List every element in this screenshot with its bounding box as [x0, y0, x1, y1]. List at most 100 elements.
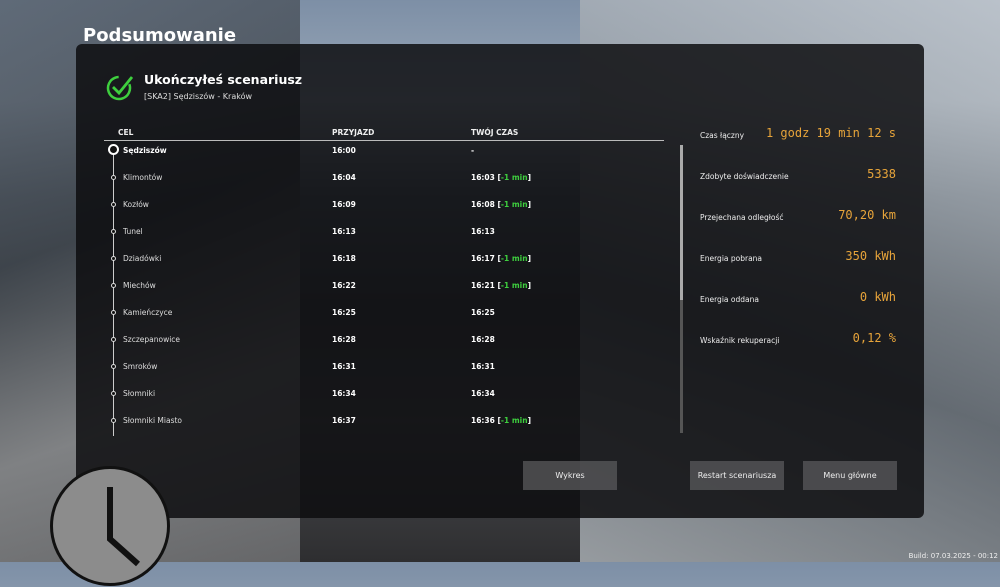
- your-time: -: [471, 146, 475, 155]
- build-info: Build: 07.03.2025 - 00:12: [908, 552, 998, 560]
- stat-label: Energia oddana: [700, 295, 759, 304]
- page-title: Podsumowanie: [83, 25, 237, 46]
- table-row: Klimontów 16:04 16:03 [-1 min]: [0, 171, 680, 185]
- stop-marker-icon: [111, 256, 116, 261]
- stat-item: Przejechana odległość 70,20 km: [700, 208, 896, 228]
- station-name: Słomniki Miasto: [123, 416, 183, 425]
- arrival-time: 16:18: [332, 254, 356, 263]
- table-row: Sędziszów 16:00 -: [0, 144, 680, 158]
- check-icon: [106, 75, 134, 101]
- stat-item: Wskaźnik rekuperacji 0,12 %: [700, 331, 896, 351]
- arrival-time: 16:37: [332, 416, 356, 425]
- stop-marker-icon: [111, 337, 116, 342]
- your-time-cell: 16:03 [-1 min]: [471, 173, 532, 182]
- main-menu-button[interactable]: Menu główne: [803, 461, 897, 490]
- stop-marker-icon: [111, 175, 116, 180]
- station-name: Klimontów: [123, 173, 163, 182]
- stat-item: Zdobyte doświadczenie 5338: [700, 167, 896, 187]
- result-heading: Ukończyłeś scenariusz: [144, 72, 303, 87]
- stat-item: Energia pobrana 350 kWh: [700, 249, 896, 269]
- arrival-time: 16:13: [332, 227, 356, 236]
- stat-label: Przejechana odległość: [700, 213, 784, 222]
- table-row: Dziadówki 16:18 16:17 [-1 min]: [0, 252, 680, 266]
- station-name: Kamieńczyce: [123, 308, 173, 317]
- your-time-cell: 16:13: [471, 227, 495, 236]
- your-time: 16:17: [471, 254, 495, 263]
- time-diff: -1 min: [500, 416, 528, 425]
- header-divider: [104, 140, 664, 141]
- stat-label: Zdobyte doświadczenie: [700, 172, 789, 181]
- restart-scenario-button[interactable]: Restart scenariusza: [690, 461, 784, 490]
- your-time: 16:13: [471, 227, 495, 236]
- scrollbar-thumb[interactable]: [680, 145, 683, 300]
- stat-item: Energia oddana 0 kWh: [700, 290, 896, 310]
- stat-value: 0 kWh: [859, 290, 896, 304]
- table-row: Smroków 16:31 16:31: [0, 360, 680, 374]
- your-time: 16:34: [471, 389, 495, 398]
- table-row: Słomniki Miasto 16:37 16:36 [-1 min]: [0, 414, 680, 428]
- arrival-time: 16:28: [332, 335, 356, 344]
- stat-value: 70,20 km: [838, 208, 896, 222]
- column-header-arrival: PRZYJAZD: [332, 128, 375, 137]
- your-time: 16:28: [471, 335, 495, 344]
- station-name: Tunel: [123, 227, 143, 236]
- scrollbar[interactable]: [680, 145, 683, 433]
- arrival-time: 16:22: [332, 281, 356, 290]
- your-time-cell: 16:25: [471, 308, 495, 317]
- stop-marker-icon: [111, 364, 116, 369]
- table-row: Kozłów 16:09 16:08 [-1 min]: [0, 198, 680, 212]
- stop-marker-icon: [111, 310, 116, 315]
- stop-marker-icon: [108, 144, 119, 155]
- stat-label: Energia pobrana: [700, 254, 763, 263]
- stat-value: 350 kWh: [845, 249, 896, 263]
- station-name: Słomniki: [123, 389, 156, 398]
- your-time-cell: 16:17 [-1 min]: [471, 254, 532, 263]
- column-header-your-time: TWÓJ CZAS: [471, 128, 519, 137]
- your-time-cell: 16:34: [471, 389, 495, 398]
- stat-value: 5338: [867, 167, 896, 181]
- time-diff: -1 min: [500, 200, 528, 209]
- stat-label: Czas łączny: [700, 131, 745, 140]
- table-row: Słomniki 16:34 16:34: [0, 387, 680, 401]
- arrival-time: 16:34: [332, 389, 356, 398]
- time-diff: -1 min: [500, 254, 528, 263]
- your-time: 16:08: [471, 200, 495, 209]
- scenario-name: [SKA2] Sędziszów - Kraków: [144, 92, 253, 101]
- time-diff: -1 min: [500, 173, 528, 182]
- your-time-cell: 16:31: [471, 362, 495, 371]
- stop-marker-icon: [111, 283, 116, 288]
- station-name: Kozłów: [123, 200, 149, 209]
- table-row: Tunel 16:13 16:13: [0, 225, 680, 239]
- station-name: Szczepanowice: [123, 335, 181, 344]
- arrival-time: 16:04: [332, 173, 356, 182]
- chart-button[interactable]: Wykres: [523, 461, 617, 490]
- table-row: Szczepanowice 16:28 16:28: [0, 333, 680, 347]
- table-row: Miechów 16:22 16:21 [-1 min]: [0, 279, 680, 293]
- clock-icon: [50, 466, 170, 586]
- your-time-cell: 16:21 [-1 min]: [471, 281, 532, 290]
- your-time: 16:25: [471, 308, 495, 317]
- arrival-time: 16:31: [332, 362, 356, 371]
- stop-marker-icon: [111, 202, 116, 207]
- your-time: 16:03: [471, 173, 495, 182]
- your-time: 16:31: [471, 362, 495, 371]
- arrival-time: 16:09: [332, 200, 356, 209]
- station-name: Dziadówki: [123, 254, 162, 263]
- stop-marker-icon: [111, 229, 116, 234]
- arrival-time: 16:25: [332, 308, 356, 317]
- stop-marker-icon: [111, 418, 116, 423]
- time-diff: -1 min: [500, 281, 528, 290]
- stat-label: Wskaźnik rekuperacji: [700, 336, 780, 345]
- arrival-time: 16:00: [332, 146, 356, 155]
- table-row: Kamieńczyce 16:25 16:25: [0, 306, 680, 320]
- column-header-destination: CEL: [118, 128, 134, 137]
- your-time-cell: -: [471, 146, 474, 155]
- your-time-cell: 16:36 [-1 min]: [471, 416, 532, 425]
- stat-value: 1 godz 19 min 12 s: [765, 126, 896, 140]
- station-name: Miechów: [123, 281, 156, 290]
- station-name: Smroków: [123, 362, 158, 371]
- your-time: 16:36: [471, 416, 495, 425]
- stop-marker-icon: [111, 391, 116, 396]
- your-time-cell: 16:08 [-1 min]: [471, 200, 532, 209]
- stat-item: Czas łączny 1 godz 19 min 12 s: [700, 126, 896, 146]
